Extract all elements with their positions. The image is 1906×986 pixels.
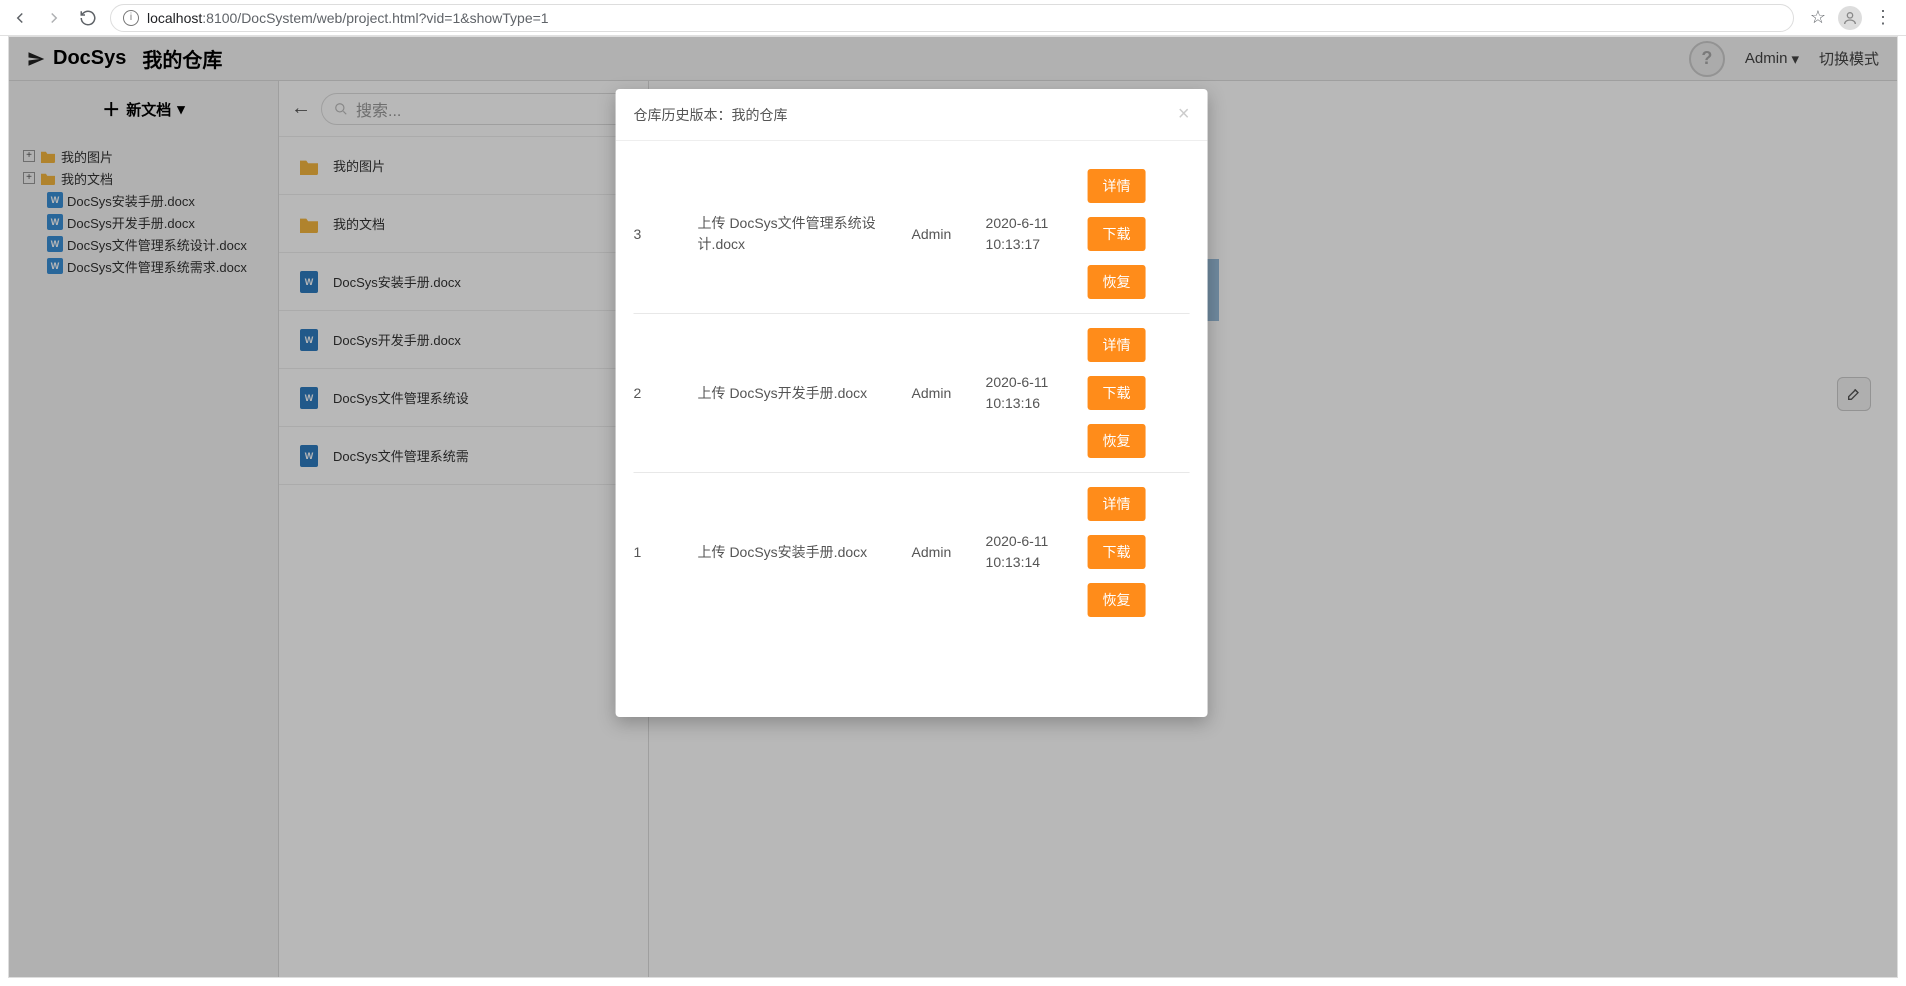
download-button[interactable]: 下载 <box>1088 217 1146 251</box>
detail-button[interactable]: 详情 <box>1088 169 1146 203</box>
browser-chrome: i localhost:8100/DocSystem/web/project.h… <box>0 0 1906 36</box>
url-field[interactable]: i localhost:8100/DocSystem/web/project.h… <box>110 4 1794 32</box>
history-user: Admin <box>912 544 972 560</box>
history-time: 2020-6-11 10:13:17 <box>986 213 1074 255</box>
history-time: 2020-6-11 10:13:14 <box>986 531 1074 573</box>
site-info-icon[interactable]: i <box>123 10 139 26</box>
detail-button[interactable]: 详情 <box>1088 487 1146 521</box>
history-description: 上传 DocSys开发手册.docx <box>698 383 898 404</box>
restore-button[interactable]: 恢复 <box>1088 424 1146 458</box>
modal-title: 仓库历史版本：我的仓库 <box>634 105 788 125</box>
kebab-menu-icon[interactable]: ⋮ <box>1874 7 1892 28</box>
history-row: 3 上传 DocSys文件管理系统设计.docx Admin 2020-6-11 10… <box>634 155 1190 313</box>
history-description: 上传 DocSys安装手册.docx <box>698 542 898 563</box>
restore-button[interactable]: 恢复 <box>1088 265 1146 299</box>
nav-back-icon[interactable] <box>8 6 32 30</box>
history-row: 1 上传 DocSys安装手册.docx Admin 2020-6-11 10:13:… <box>634 472 1190 631</box>
nav-reload-icon[interactable] <box>76 6 100 30</box>
history-modal: 仓库历史版本：我的仓库 × 3 上传 DocSys文件管理系统设计.docx Adm… <box>616 89 1208 717</box>
bookmark-star-icon[interactable]: ☆ <box>1810 7 1826 28</box>
history-index: 3 <box>634 226 684 242</box>
history-time: 2020-6-11 10:13:16 <box>986 372 1074 414</box>
close-icon[interactable]: × <box>1178 103 1190 126</box>
download-button[interactable]: 下载 <box>1088 535 1146 569</box>
history-description: 上传 DocSys文件管理系统设计.docx <box>698 213 898 255</box>
nav-forward-icon[interactable] <box>42 6 66 30</box>
detail-button[interactable]: 详情 <box>1088 328 1146 362</box>
url-text: localhost:8100/DocSystem/web/project.htm… <box>147 10 549 26</box>
download-button[interactable]: 下载 <box>1088 376 1146 410</box>
history-user: Admin <box>912 385 972 401</box>
profile-icon[interactable] <box>1838 6 1862 30</box>
history-user: Admin <box>912 226 972 242</box>
history-index: 2 <box>634 385 684 401</box>
modal-body[interactable]: 3 上传 DocSys文件管理系统设计.docx Admin 2020-6-11 10… <box>616 141 1208 717</box>
history-index: 1 <box>634 544 684 560</box>
restore-button[interactable]: 恢复 <box>1088 583 1146 617</box>
history-row: 2 上传 DocSys开发手册.docx Admin 2020-6-11 10:13:… <box>634 313 1190 472</box>
